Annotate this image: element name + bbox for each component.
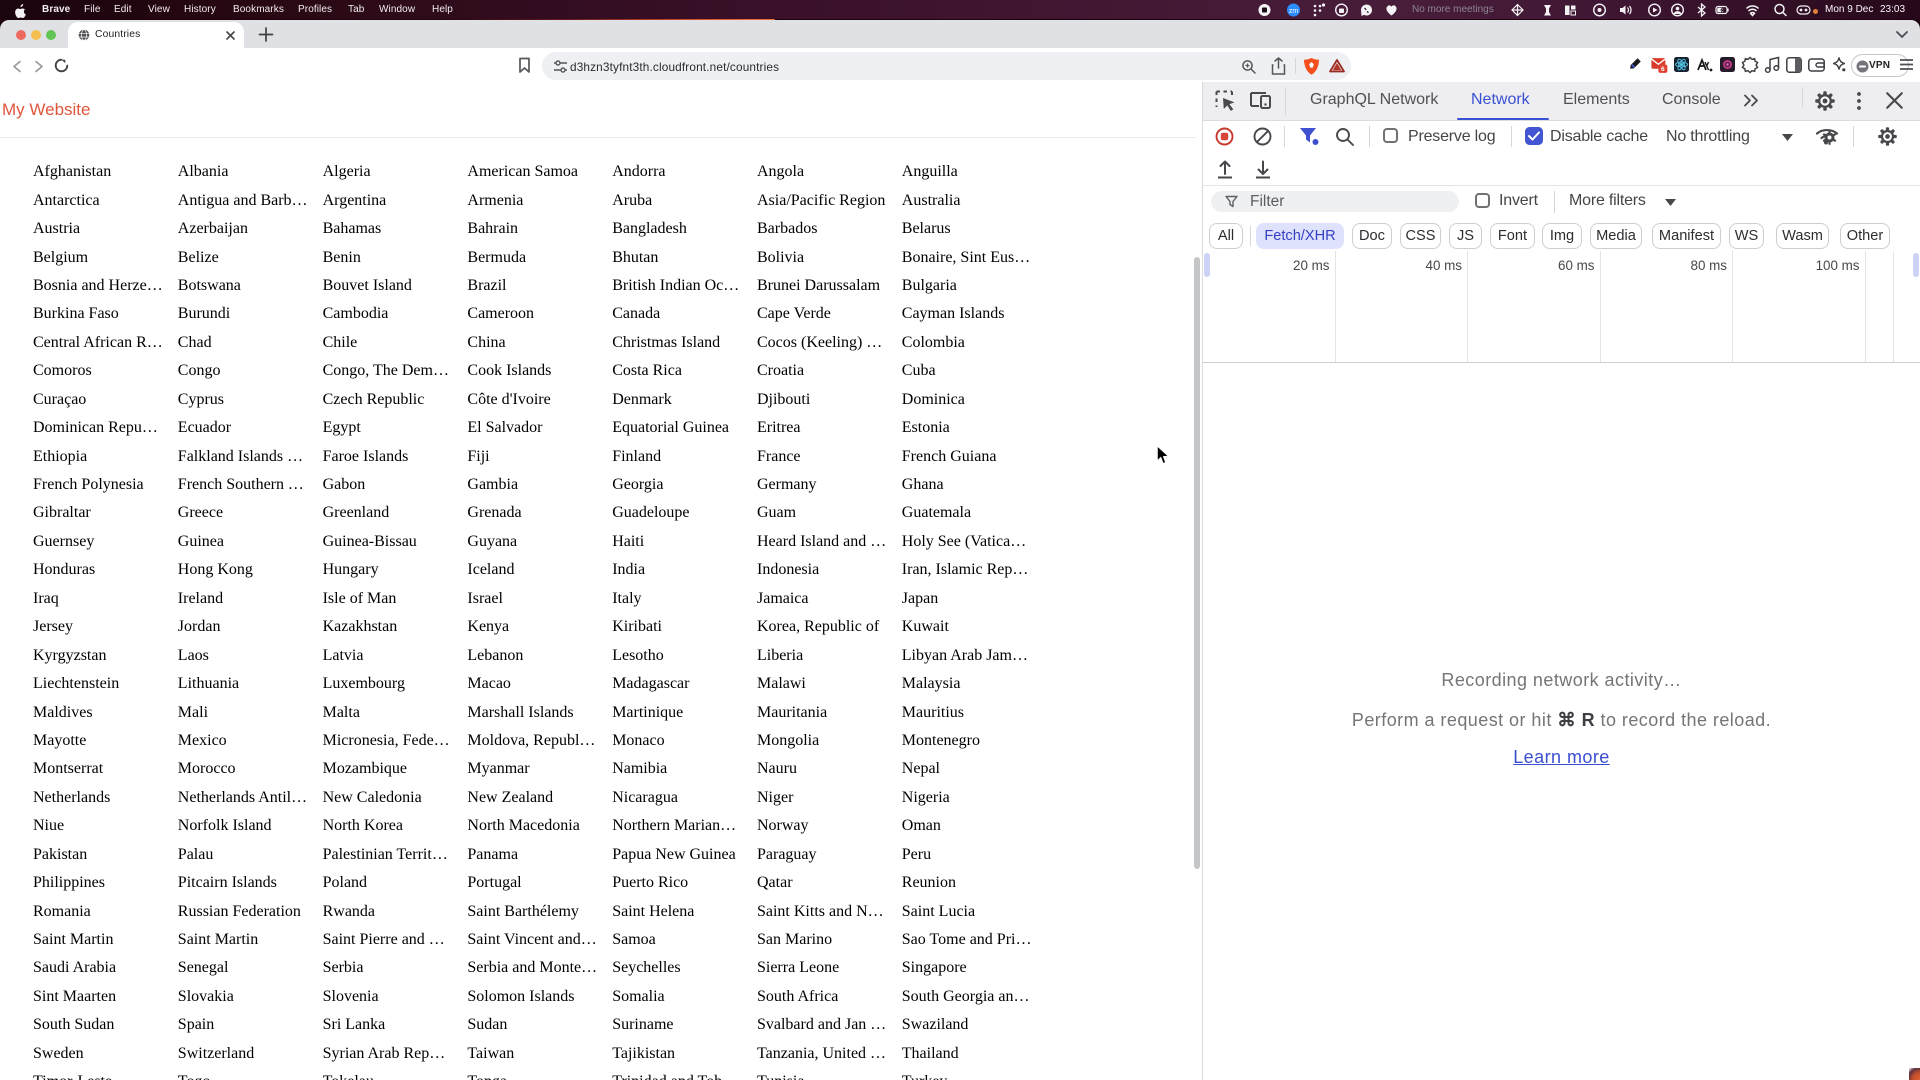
svg-text:6: 6	[1661, 66, 1665, 73]
svg-text:zm: zm	[1289, 8, 1299, 15]
